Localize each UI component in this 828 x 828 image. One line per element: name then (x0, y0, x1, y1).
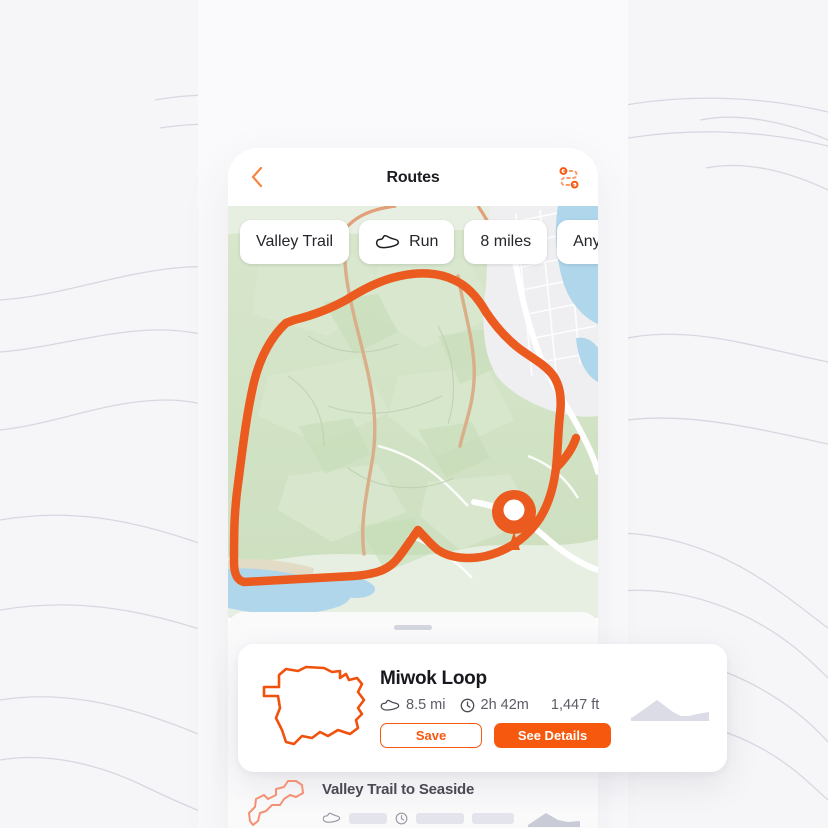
clock-icon (460, 698, 474, 712)
map-canvas (228, 206, 598, 618)
navigation-bar: Routes (228, 148, 598, 206)
route-card-content: Miwok Loop 8.5 mi 2h 42m 1,447 ft Save S… (372, 668, 617, 748)
running-shoe-icon (380, 699, 400, 711)
stat-distance: 8.5 mi (380, 697, 446, 713)
filter-chip-distance[interactable]: 8 miles (464, 220, 548, 264)
route-card-actions[interactable]: Save See Details (380, 723, 617, 748)
drag-handle[interactable] (394, 625, 432, 630)
bottom-sheet-header[interactable] (228, 612, 598, 646)
filter-chip-trail[interactable]: Valley Trail (240, 220, 350, 264)
save-button[interactable]: Save (380, 723, 482, 748)
stat-duration-value: 2h 42m (480, 697, 529, 713)
filter-chip-elevation[interactable]: Any E (557, 220, 598, 264)
stat-duration: 2h 42m (460, 697, 529, 713)
route-list-item-content: Valley Trail to Seaside (308, 773, 580, 828)
see-details-button[interactable]: See Details (494, 723, 611, 748)
filter-chip-activity[interactable]: Run (359, 220, 455, 264)
route-loop-outline (262, 665, 366, 746)
route-stats-skeleton (322, 807, 580, 828)
elevation-profile-icon (631, 700, 709, 721)
running-shoe-icon (375, 234, 400, 249)
stat-elevation: 1,447 ft (551, 697, 599, 713)
app-screenshot: Routes Valley Trail Run 8 miles Any Miwo… (0, 0, 828, 828)
route-stats: 8.5 mi 2h 42m 1,447 ft (380, 697, 617, 713)
running-shoe-icon (322, 812, 341, 823)
stat-distance-value: 8.5 mi (406, 697, 446, 713)
elevation-profile-icon (528, 813, 580, 827)
route-title: Valley Trail to Seaside (322, 781, 475, 798)
route-outline (248, 780, 304, 826)
clock-icon (395, 812, 408, 824)
route-title: Miwok Loop (380, 668, 487, 689)
stat-elevation-value: 1,447 ft (550, 697, 600, 713)
filter-chip-label: Run (409, 233, 439, 250)
skeleton-elevation (472, 812, 514, 824)
skeleton-duration (416, 812, 464, 824)
skeleton-distance (349, 812, 387, 824)
map-view[interactable]: Valley Trail Run 8 miles Any E (228, 206, 598, 618)
filter-chip-label: 8 miles (480, 233, 532, 250)
page-title: Routes (386, 169, 440, 186)
filter-chip-label: Valley Trail (256, 233, 334, 250)
route-list-item[interactable]: Valley Trail to Seaside (238, 773, 598, 828)
filter-chip-label: Any E (573, 233, 598, 250)
dashed-route-waypoints-icon[interactable] (556, 164, 582, 190)
route-card-featured[interactable]: Miwok Loop 8.5 mi 2h 42m 1,447 ft Save S… (238, 644, 727, 772)
filter-chip-row[interactable]: Valley Trail Run 8 miles Any E (228, 220, 598, 264)
